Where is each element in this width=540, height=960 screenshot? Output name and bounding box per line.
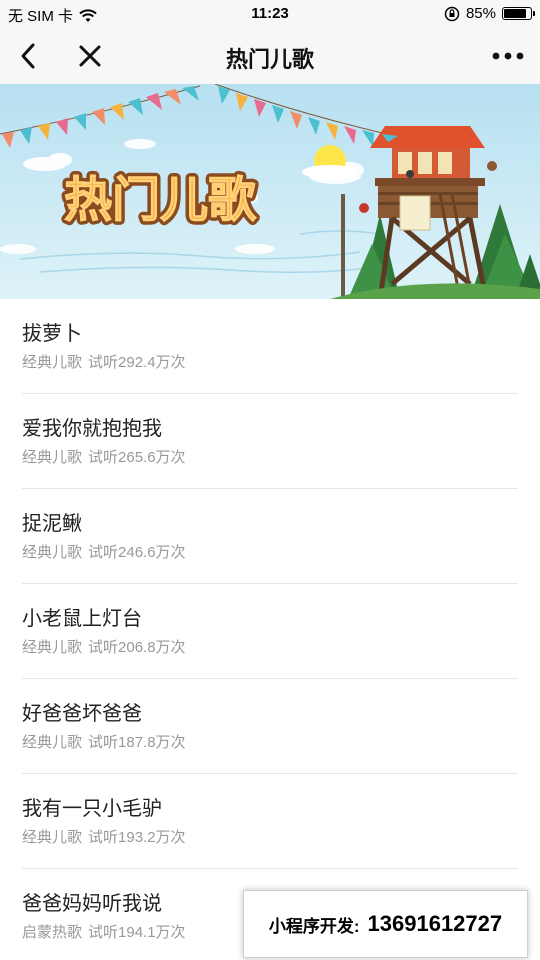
song-title: 好爸爸坏爸爸	[22, 703, 142, 725]
song-meta: 经典儿歌 试听193.2万次	[22, 826, 186, 847]
song-title: 爸爸妈妈听我说	[22, 893, 162, 915]
song-list-item[interactable]: 小老鼠上灯台经典儿歌 试听206.8万次	[22, 584, 518, 679]
promo-banner: 小程序开发: 13691612727	[243, 890, 528, 958]
song-title: 我有一只小毛驴	[22, 798, 162, 820]
song-meta: 经典儿歌 试听246.6万次	[22, 541, 186, 562]
song-play-count: 试听194.1万次	[88, 924, 186, 941]
status-right: 85%	[444, 5, 535, 22]
song-play-count: 试听265.6万次	[88, 449, 186, 466]
song-title: 爱我你就抱抱我	[22, 418, 162, 440]
song-meta: 经典儿歌 试听265.6万次	[22, 446, 186, 467]
song-category: 经典儿歌	[22, 544, 83, 561]
song-list-item[interactable]: 捉泥鳅经典儿歌 试听246.6万次	[22, 489, 518, 584]
song-title: 捉泥鳅	[22, 513, 82, 535]
song-meta: 经典儿歌 试听206.8万次	[22, 636, 186, 657]
song-list-item[interactable]: 拔萝卜经典儿歌 试听292.4万次	[22, 299, 518, 394]
song-category: 启蒙热歌	[22, 924, 83, 941]
song-list: 拔萝卜 经典儿歌 试听292.4万次 爱我你就抱抱我 经典儿歌 试听265.6万次 捉泥鳅经…	[0, 299, 540, 960]
song-list-item[interactable]: 爱我你就抱抱我经典儿歌 试听265.6万次	[22, 394, 518, 489]
song-play-count: 试听187.8万次	[88, 734, 186, 751]
song-play-count: 试听246.6万次	[88, 544, 186, 561]
song-title: 小老鼠上灯台	[22, 608, 142, 630]
song-meta: 经典儿歌 试听187.8万次	[22, 731, 186, 752]
song-meta: 启蒙热歌 试听194.1万次	[22, 921, 186, 942]
nav-bar: 热门儿歌	[0, 28, 540, 84]
orientation-lock-icon	[444, 6, 460, 21]
banner-title: 热门儿歌	[64, 172, 257, 228]
more-options-icon[interactable]	[486, 38, 530, 74]
song-play-count: 试听292.4万次	[88, 354, 186, 371]
song-category: 经典儿歌	[22, 449, 83, 466]
song-category: 经典儿歌	[22, 354, 83, 371]
status-bar: 无 SIM 卡 11:23 85%	[0, 0, 540, 28]
banner-illustration: 热门儿歌 热门儿歌	[0, 84, 540, 299]
battery-level	[504, 9, 527, 18]
song-category: 经典儿歌	[22, 734, 83, 751]
song-list-item[interactable]: 我有一只小毛驴经典儿歌 试听193.2万次	[22, 774, 518, 869]
battery-icon	[502, 7, 535, 20]
song-category: 经典儿歌	[22, 639, 83, 656]
song-category: 经典儿歌	[22, 829, 83, 846]
page-title: 热门儿歌	[225, 47, 314, 72]
song-play-count: 试听193.2万次	[88, 829, 186, 846]
song-meta: 经典儿歌 试听292.4万次	[22, 351, 186, 372]
battery-percent: 85%	[465, 5, 496, 22]
song-title: 拔萝卜	[22, 323, 82, 345]
song-list-item[interactable]: 好爸爸坏爸爸经典儿歌 试听187.8万次	[22, 679, 518, 774]
banner-image: 热门儿歌 热门儿歌	[0, 84, 540, 299]
promo-phone: 13691612727	[367, 911, 503, 936]
song-play-count: 试听206.8万次	[88, 639, 186, 656]
promo-label: 小程序开发:	[268, 916, 360, 936]
